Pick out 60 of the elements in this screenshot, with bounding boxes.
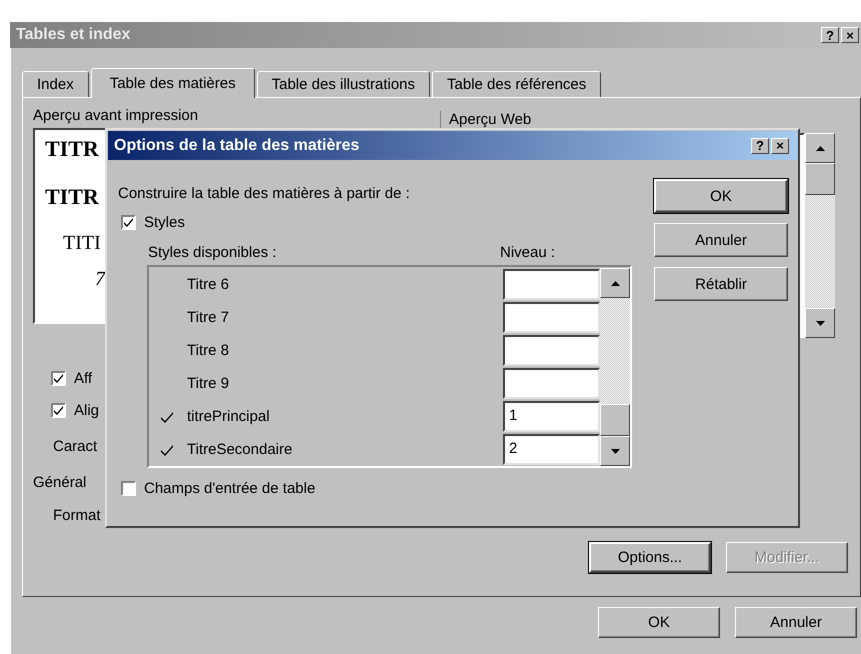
- tab[interactable]: Index: [22, 71, 89, 97]
- checkbox[interactable]: [121, 214, 136, 230]
- button[interactable]: Annuler: [735, 607, 857, 638]
- list-item[interactable]: titrePrincipal: [187, 408, 503, 425]
- up-arrow-icon: [610, 280, 620, 286]
- window-title: Tables et index: [16, 26, 130, 44]
- scroll-up-button[interactable]: [600, 268, 630, 298]
- checkbox-label: Champs d'entrée de table: [144, 480, 316, 497]
- section-label: Aperçu avant impression: [33, 107, 198, 124]
- checkbox[interactable]: [51, 402, 66, 418]
- checkbox[interactable]: [121, 481, 136, 496]
- list-item[interactable]: TitreSecondaire: [187, 441, 503, 458]
- tab[interactable]: Table des illustrations: [256, 71, 430, 97]
- button[interactable]: Annuler: [654, 223, 788, 257]
- checkbox-label: Alig: [74, 402, 100, 418]
- scroll-up-button[interactable]: [805, 133, 835, 163]
- list-item[interactable]: Titre 8: [187, 342, 503, 359]
- list-label: Styles disponibles :: [148, 244, 278, 260]
- section-label: Général: [33, 474, 86, 491]
- checkbox[interactable]: [51, 370, 66, 386]
- scrollbar-thumb[interactable]: [805, 163, 835, 195]
- button[interactable]: OK: [598, 607, 720, 638]
- level-field[interactable]: 1: [503, 401, 600, 432]
- scroll-down-button[interactable]: [805, 308, 835, 338]
- scrollbar-track[interactable]: [600, 268, 630, 466]
- dialog-title: Options de la table des matières: [114, 136, 360, 154]
- list-item[interactable]: Titre 9: [187, 375, 503, 392]
- scrollbar-thumb[interactable]: [600, 404, 630, 436]
- level-field[interactable]: [503, 335, 600, 366]
- preview-page-number: 7: [95, 268, 105, 290]
- close-button[interactable]: ×: [841, 27, 859, 43]
- field-label: Format: [53, 506, 102, 524]
- help-button[interactable]: ?: [821, 27, 839, 43]
- list-item[interactable]: Titre 7: [187, 309, 503, 326]
- level-field[interactable]: [503, 302, 600, 333]
- checkbox-label: Aff: [74, 370, 92, 386]
- down-arrow-icon: [816, 320, 824, 326]
- help-button[interactable]: ?: [751, 138, 769, 154]
- preview-heading: TITR: [45, 136, 99, 161]
- button[interactable]: Options...: [589, 542, 711, 573]
- scrollbar-track[interactable]: [805, 133, 835, 338]
- preview-subheading: TITI: [63, 232, 101, 254]
- column-label: Niveau :: [500, 244, 556, 260]
- level-field[interactable]: 2: [503, 434, 600, 465]
- section-label: Aperçu Web: [449, 111, 532, 128]
- list-item[interactable]: Titre 6: [187, 276, 503, 293]
- down-arrow-icon: [610, 448, 620, 454]
- checkbox-label: Styles: [144, 214, 185, 230]
- scroll-down-button[interactable]: [600, 436, 630, 466]
- preview-heading: TITR: [45, 184, 99, 209]
- close-button[interactable]: ×: [771, 138, 789, 154]
- level-field[interactable]: [503, 368, 600, 399]
- button[interactable]: Rétablir: [654, 267, 788, 301]
- field-label: Caract: [53, 438, 98, 455]
- tab[interactable]: Table des matières: [90, 68, 255, 98]
- button[interactable]: OK: [654, 179, 788, 213]
- instruction-text: Construire la table des matières à partir de :: [118, 185, 410, 202]
- level-field[interactable]: [503, 269, 600, 300]
- up-arrow-icon: [816, 146, 824, 150]
- tab[interactable]: Table des références: [432, 71, 602, 97]
